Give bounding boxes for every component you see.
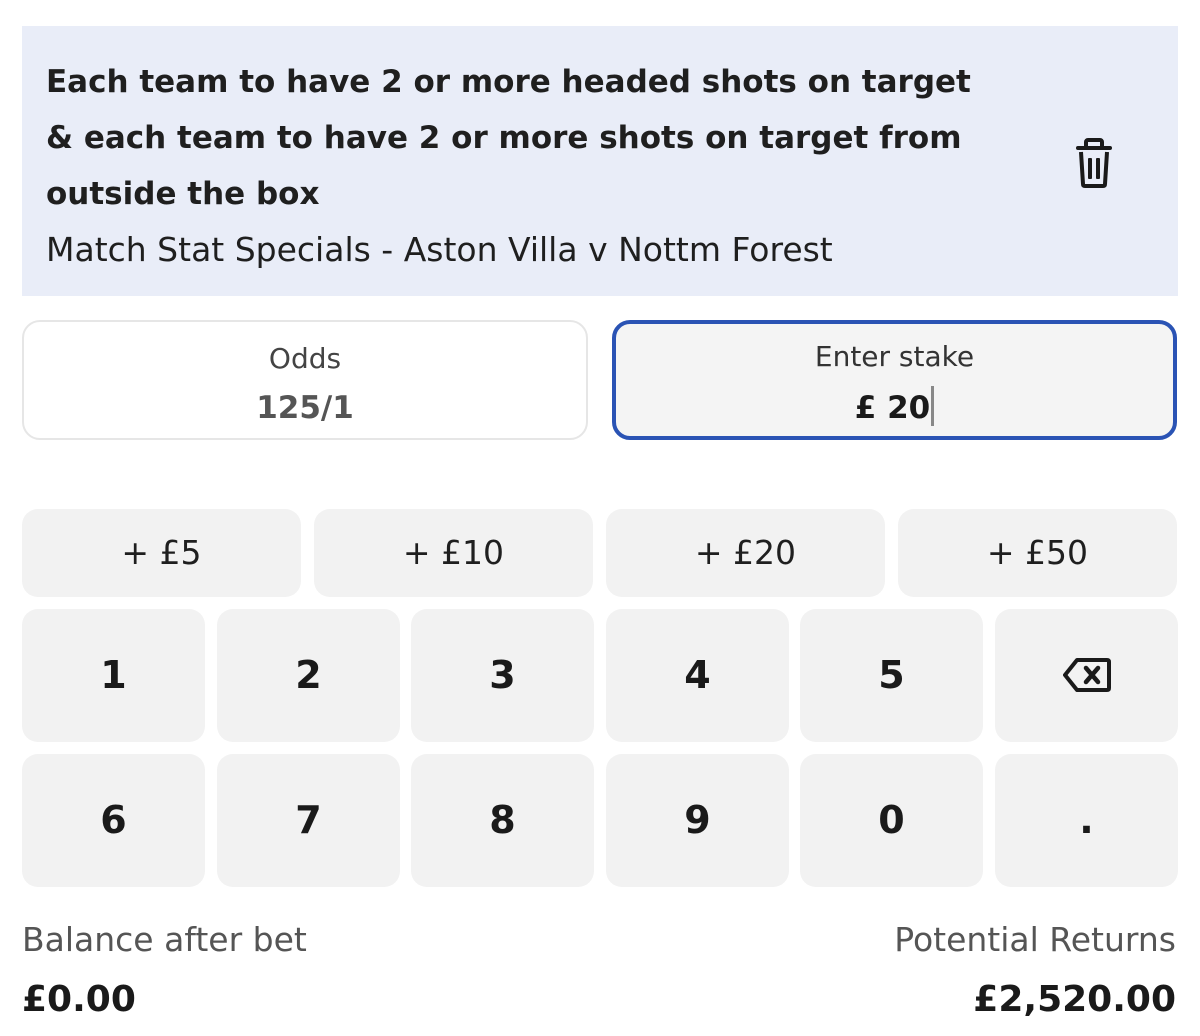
quick-stake-20-button[interactable]: + £20 [606,509,885,597]
odds-display: Odds 125/1 [22,320,588,440]
quick-stake-50-button[interactable]: + £50 [898,509,1177,597]
returns-value: £2,520.00 [973,979,1176,1020]
balance-label: Balance after bet [22,920,307,959]
key-4[interactable]: 4 [606,609,789,742]
key-0[interactable]: 0 [800,754,983,887]
stake-input[interactable]: Enter stake £ 20 [612,320,1177,440]
key-7[interactable]: 7 [217,754,400,887]
trash-icon[interactable] [1072,138,1116,188]
stake-label: Enter stake [814,340,975,373]
odds-label: Odds [268,342,342,375]
key-2[interactable]: 2 [217,609,400,742]
selection-title: Each team to have 2 or more headed shots… [46,64,971,212]
key-1[interactable]: 1 [22,609,205,742]
bet-selection-card: Each team to have 2 or more headed shots… [22,26,1178,296]
key-8[interactable]: 8 [411,754,594,887]
key-9[interactable]: 9 [606,754,789,887]
backspace-icon [1063,658,1111,692]
key-decimal[interactable]: . [995,754,1178,887]
backspace-key[interactable] [995,609,1178,742]
selection-market: Match Stat Specials - Aston Villa v Nott… [46,230,833,269]
text-caret [931,386,935,426]
key-3[interactable]: 3 [411,609,594,742]
odds-value: 125/1 [256,390,354,426]
key-6[interactable]: 6 [22,754,205,887]
stake-value: £ 20 [854,390,931,426]
key-5[interactable]: 5 [800,609,983,742]
quick-stake-10-button[interactable]: + £10 [314,509,593,597]
balance-value: £0.00 [22,979,136,1020]
returns-label: Potential Returns [894,920,1176,959]
quick-stake-5-button[interactable]: + £5 [22,509,301,597]
